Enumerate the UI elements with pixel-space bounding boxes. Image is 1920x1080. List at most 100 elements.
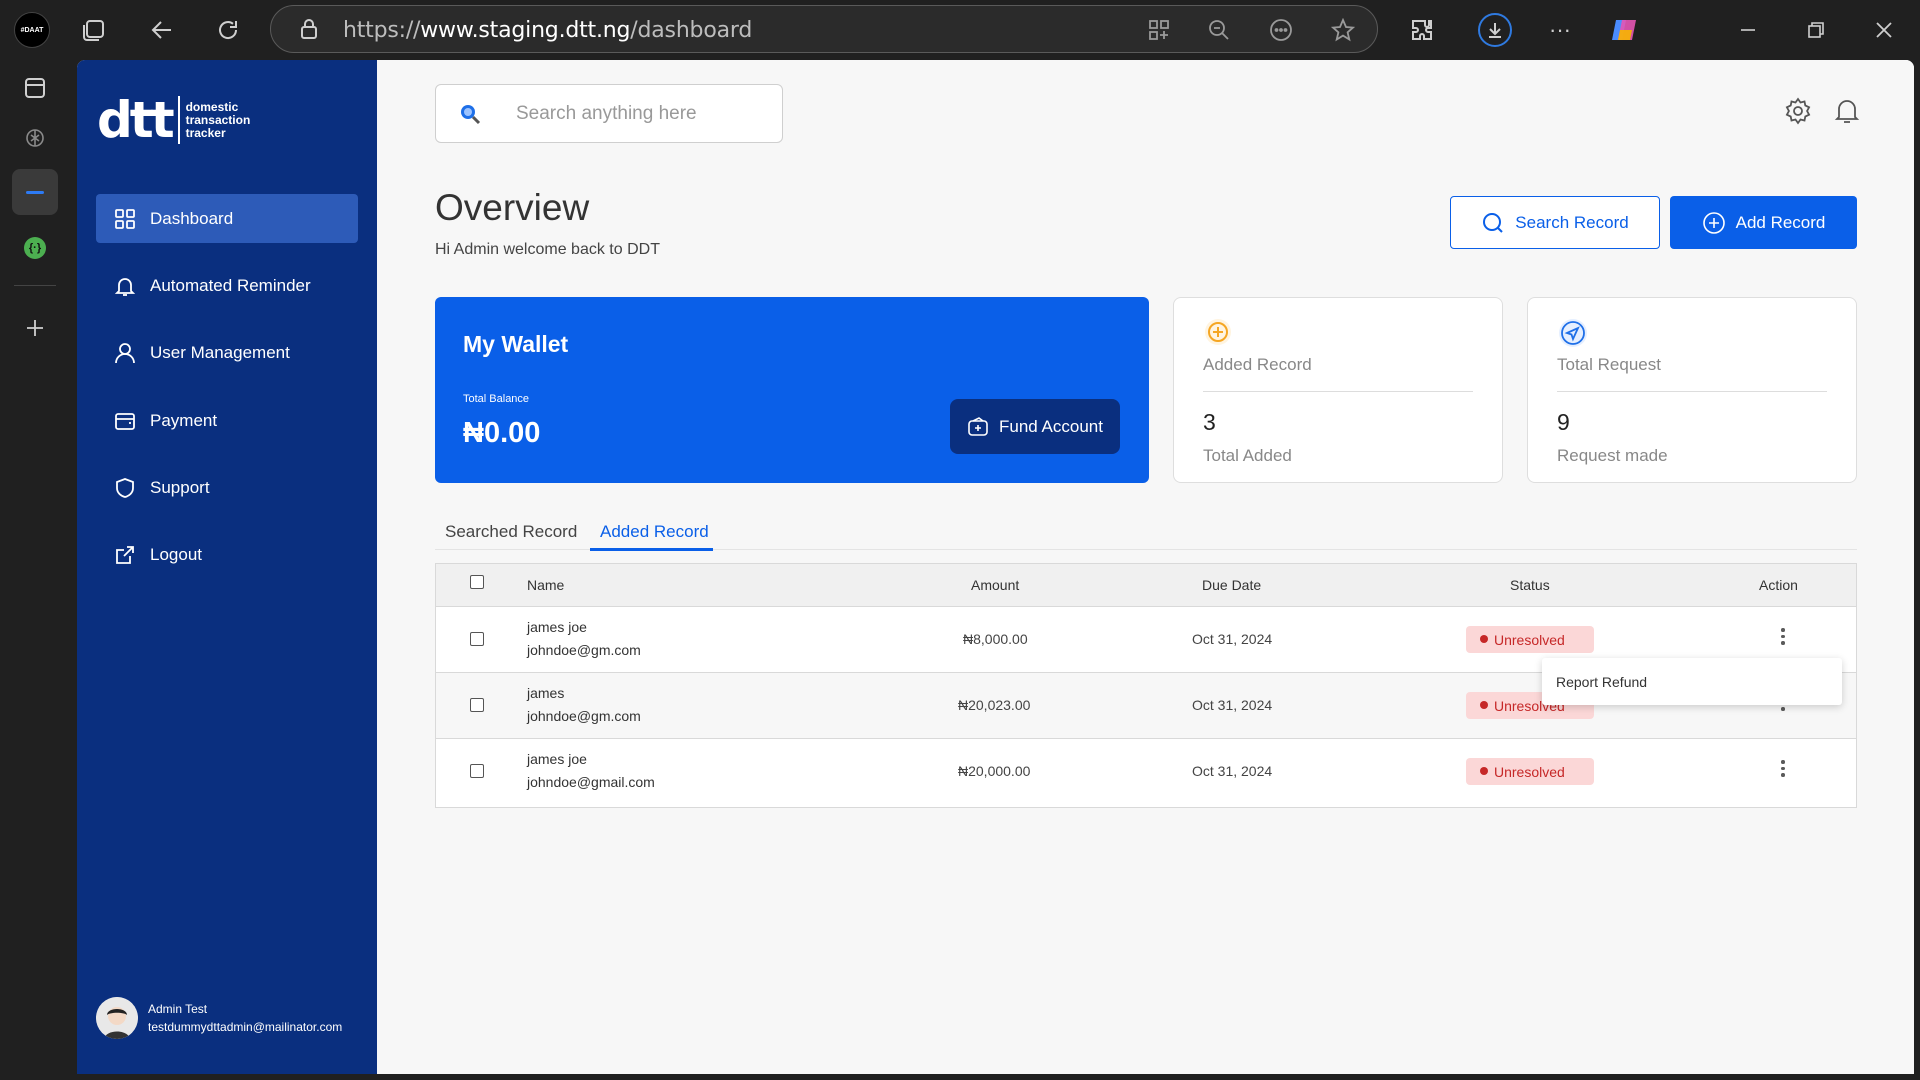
active-tab-indicator (590, 548, 713, 551)
row-due-date: Oct 31, 2024 (1192, 631, 1273, 647)
card-sub: Request made (1557, 446, 1668, 465)
avatar (96, 997, 138, 1039)
restore-icon[interactable] (1800, 14, 1832, 46)
search-placeholder: Search anything here (516, 102, 697, 124)
row-checkbox[interactable] (470, 632, 484, 646)
refresh-icon[interactable] (212, 14, 244, 46)
bell-icon (114, 277, 136, 296)
row-due-date: Oct 31, 2024 (1192, 763, 1273, 779)
logo-mark: dtt (97, 91, 175, 149)
row-name: james joe (527, 619, 587, 635)
sidebar-item-user-management[interactable]: User Management (96, 328, 358, 377)
tab-added-record[interactable]: Added Record (600, 522, 709, 542)
column-header-name: Name (527, 577, 565, 593)
sidebar-item-label: Dashboard (150, 208, 234, 228)
user-icon (115, 342, 135, 363)
app-sidebar: dtt domestic transaction tracker Dashboard… (77, 60, 377, 1074)
row-due-date: Oct 31, 2024 (1192, 697, 1273, 713)
card-value: 3 (1203, 409, 1216, 435)
fund-account-button[interactable]: Fund Account (950, 399, 1120, 454)
user-email: testdummydttadmin@mailinator.com (148, 1020, 343, 1034)
table-row: james joe johndoe@gmail.com ₦20,000.00 O… (436, 739, 1856, 805)
card-divider (1203, 391, 1473, 392)
row-checkbox[interactable] (470, 764, 484, 778)
add-icon[interactable] (14, 307, 56, 349)
sidebar-item-logout[interactable]: Logout (96, 530, 358, 579)
sidebar-toggle-icon[interactable] (14, 67, 56, 109)
card-divider (1557, 391, 1827, 392)
settings-gear-icon[interactable] (1783, 96, 1813, 131)
wallet-icon (115, 412, 135, 430)
downloads-icon[interactable] (1478, 13, 1512, 47)
select-all-checkbox[interactable] (470, 575, 484, 589)
balance-amount: ₦0.00 (463, 417, 541, 449)
rail-divider (14, 285, 56, 286)
extension-green-icon[interactable]: {·} (14, 227, 56, 269)
logo-divider (177, 96, 180, 144)
row-email: johndoe@gm.com (527, 708, 641, 724)
search-input[interactable]: Search anything here (435, 84, 783, 143)
row-email: johndoe@gmail.com (527, 774, 655, 790)
main-content: Search anything here Overview Hi Admin w… (377, 60, 1914, 1074)
tabs-icon[interactable] (78, 14, 110, 46)
row-action-kebab-icon[interactable] (1773, 625, 1793, 649)
wallet-plus-icon (968, 416, 988, 436)
added-record-card: Added Record 3 Total Added (1173, 297, 1503, 483)
row-email: johndoe@gm.com (527, 642, 641, 658)
sidebar-item-label: Support (150, 477, 210, 497)
menu-dots-icon[interactable]: ··· (1544, 14, 1576, 46)
app-view-icon[interactable] (1147, 18, 1171, 42)
app-window: dtt domestic transaction tracker Dashboard… (77, 60, 1914, 1074)
back-icon[interactable] (146, 14, 178, 46)
browser-toolbar: #DAAT https://www.staging.dtt.ng/dashboa… (0, 0, 1920, 60)
report-refund-menu-item[interactable]: Report Refund (1542, 658, 1842, 705)
row-name: james (527, 685, 565, 701)
favorite-star-icon[interactable] (1331, 18, 1355, 42)
plus-circle-icon (1702, 211, 1725, 234)
row-name: james joe (527, 751, 587, 767)
grid-icon (115, 208, 135, 229)
chatgpt-icon[interactable] (14, 117, 56, 159)
logo-tagline: domestic transaction tracker (185, 99, 251, 140)
sidebar-item-support[interactable]: Support (96, 463, 358, 512)
external-link-icon (116, 545, 134, 564)
brand-logo[interactable]: dtt domestic transaction tracker (97, 95, 250, 145)
zoom-out-icon[interactable] (1207, 18, 1231, 42)
status-badge: Unresolved (1466, 758, 1594, 785)
report-refund-label: Report Refund (1556, 673, 1648, 690)
send-icon (1559, 319, 1587, 347)
row-amount: ₦20,000.00 (958, 763, 1031, 779)
user-name: Admin Test (148, 1002, 208, 1016)
sidebar-item-dashboard[interactable]: Dashboard (96, 194, 358, 243)
sidebar-item-automated-reminder[interactable]: Automated Reminder (96, 261, 358, 310)
status-badge: Unresolved (1466, 626, 1594, 653)
sidebar-item-payment[interactable]: Payment (96, 396, 358, 445)
url-text[interactable]: https://www.staging.dtt.ng/dashboard (343, 18, 752, 43)
address-bar[interactable]: https://www.staging.dtt.ng/dashboard (270, 5, 1378, 53)
tab-searched-record[interactable]: Searched Record (445, 522, 577, 542)
notification-bell-icon[interactable] (1832, 96, 1862, 131)
copilot-icon[interactable] (1606, 12, 1642, 48)
extensions-icon[interactable] (1406, 14, 1438, 46)
add-record-button[interactable]: Add Record (1670, 196, 1857, 249)
browser-sidebar: {·} (0, 60, 70, 1080)
wallet-title: My Wallet (463, 331, 569, 357)
sidebar-item-label: User Management (150, 342, 290, 362)
active-tab-icon[interactable] (12, 169, 58, 215)
profile-avatar[interactable]: #DAAT (14, 12, 50, 48)
row-checkbox[interactable] (470, 698, 484, 712)
shield-icon (116, 477, 134, 498)
lock-icon[interactable] (297, 17, 321, 41)
row-action-kebab-icon[interactable] (1773, 757, 1793, 781)
close-icon[interactable] (1868, 14, 1900, 46)
table-header: Name Amount Due Date Status Action (436, 564, 1856, 607)
card-value: 9 (1557, 409, 1570, 435)
sidebar-item-label: Automated Reminder (150, 275, 311, 295)
column-header-amount: Amount (971, 577, 1020, 593)
minimize-icon[interactable] (1732, 14, 1764, 46)
fund-account-label: Fund Account (999, 416, 1103, 436)
more-circle-icon[interactable] (1269, 18, 1293, 42)
search-record-button[interactable]: Search Record (1450, 196, 1660, 249)
user-profile[interactable]: Admin Test testdummydttadmin@mailinator.… (96, 997, 342, 1039)
column-header-status: Status (1510, 577, 1550, 593)
